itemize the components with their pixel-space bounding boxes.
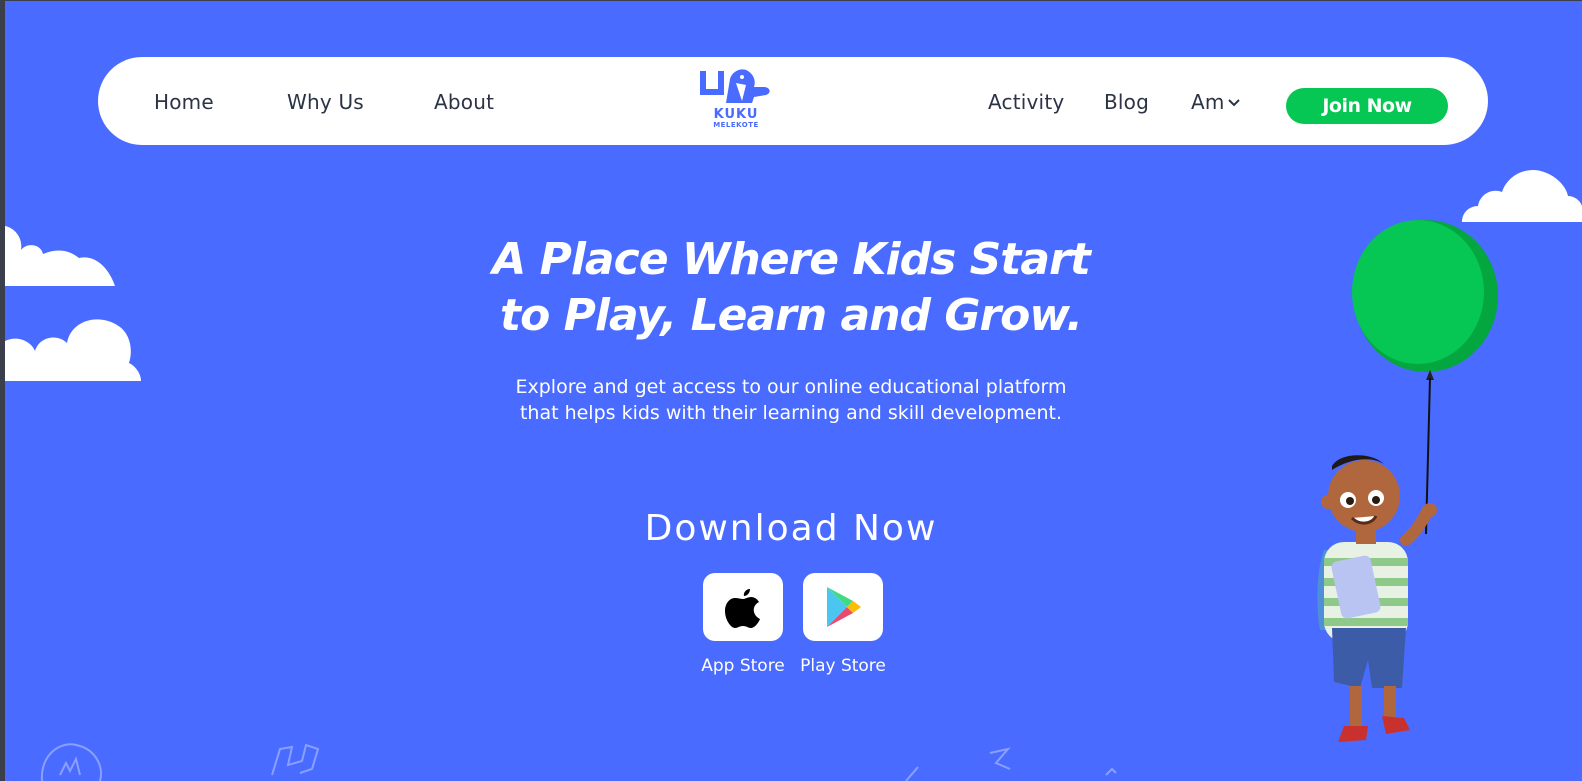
google-play-icon (827, 587, 861, 627)
chevron-down-icon (1227, 99, 1240, 107)
navbar: Home Why Us About KUKU MELEKOTE Activity… (98, 57, 1488, 145)
cloud-right-icon (1462, 170, 1582, 222)
nav-home-link[interactable]: Home (154, 91, 214, 113)
language-label: Am (1191, 90, 1225, 114)
hero-subtitle: Explore and get access to our online edu… (441, 374, 1141, 426)
language-dropdown[interactable]: Am (1191, 91, 1241, 113)
cloud-left-top-icon (5, 226, 115, 286)
hero-title: A Place Where Kids Start to Play, Learn … (441, 232, 1141, 344)
play-store-label: Play Store (800, 656, 886, 676)
logo-title: KUKU (713, 107, 759, 122)
logo-subtitle: MELEKOTE (713, 121, 759, 129)
nav-activity-link[interactable]: Activity (988, 91, 1064, 113)
apple-icon (725, 589, 760, 628)
window-frame-top (0, 0, 1582, 1)
app-store-button[interactable] (703, 573, 783, 641)
logo-mascot-icon (700, 69, 770, 103)
hero-subtitle-line-2: that helps kids with their learning and … (519, 402, 1063, 424)
nav-why-us-link[interactable]: Why Us (287, 91, 364, 113)
window-frame-left (0, 0, 5, 781)
hero-title-line-2: to Play, Learn and Grow. (500, 290, 1083, 341)
play-store-button[interactable] (803, 573, 883, 641)
decorative-doodles-icon (40, 743, 1117, 781)
kid-with-balloon-illustration (1317, 220, 1498, 742)
nav-about-link[interactable]: About (434, 91, 494, 113)
hero-title-line-1: A Place Where Kids Start (492, 234, 1091, 285)
cloud-left-bottom-icon (5, 319, 141, 381)
join-now-button[interactable]: Join Now (1286, 88, 1448, 124)
hero-subtitle-line-1: Explore and get access to our online edu… (515, 376, 1067, 398)
download-title: Download Now (644, 508, 938, 549)
nav-blog-link[interactable]: Blog (1104, 91, 1149, 113)
kuku-melekote-logo[interactable]: KUKU MELEKOTE (696, 67, 776, 133)
app-store-label: App Store (701, 656, 785, 676)
